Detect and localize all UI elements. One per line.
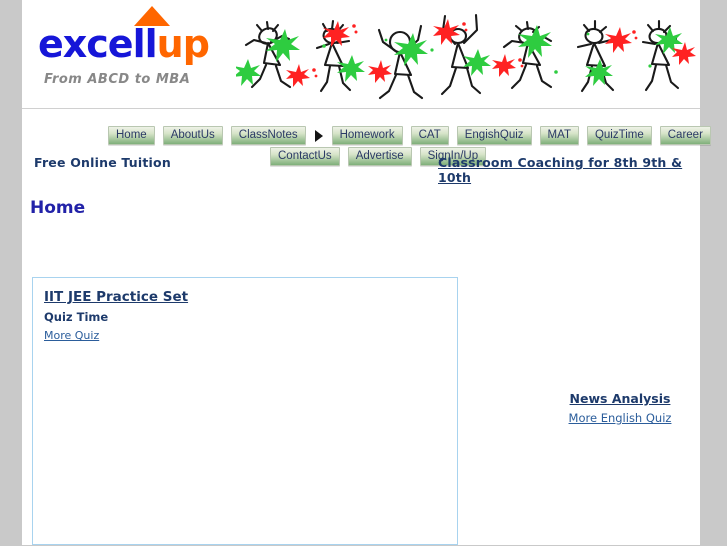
banner-artwork <box>233 6 700 106</box>
site-tagline: Free Online Tuition <box>34 155 171 170</box>
nav-item-cat[interactable]: CAT <box>410 126 449 145</box>
nav-item-aboutus[interactable]: AboutUs <box>162 126 223 145</box>
nav-item-quiztime[interactable]: QuizTime <box>586 126 652 145</box>
nav-item-mat[interactable]: MAT <box>539 126 579 145</box>
logo-text-part-2: ll <box>132 22 158 66</box>
site-header: excellup From ABCD to MBA <box>22 0 700 109</box>
logo-text-part-1: exce <box>38 22 134 66</box>
classroom-coaching-link[interactable]: Classroom Coaching for 8th 9th & 10th <box>438 155 700 185</box>
news-analysis-title-link[interactable]: News Analysis <box>570 391 671 406</box>
nav-item-home[interactable]: Home <box>108 126 155 145</box>
nav-item-career[interactable]: Career <box>659 126 711 145</box>
more-english-quiz-link[interactable]: More English Quiz <box>569 411 672 425</box>
more-quiz-link[interactable]: More Quiz <box>44 329 99 342</box>
nav-item-homework[interactable]: Homework <box>331 126 403 145</box>
dancing-figures-svg <box>233 13 696 100</box>
logo-tagline: From ABCD to MBA <box>44 72 191 87</box>
nav-item-classnotes[interactable]: ClassNotes <box>230 126 306 145</box>
right-triangle-icon <box>314 129 323 142</box>
main-content: IIT JEE Practice Set Quiz Time More Quiz… <box>22 209 700 546</box>
sub-header: Free Online Tuition Classroom Coaching f… <box>22 155 700 218</box>
site-logo[interactable]: excellup From ABCD to MBA <box>38 6 238 87</box>
main-navigation: Home AboutUs ClassNotes Homework CAT EngishQu… <box>22 109 711 166</box>
page-container: excellup From ABCD to MBA Home AboutUs C… <box>22 0 711 546</box>
logo-text-part-3: up <box>156 22 210 66</box>
logo-wordmark: excellup <box>38 6 238 66</box>
up-arrow-icon <box>134 6 170 26</box>
practice-set-title-link[interactable]: IIT JEE Practice Set <box>44 289 188 305</box>
nav-row-primary: Home AboutUs ClassNotes Homework CAT EngishQu… <box>108 126 719 145</box>
practice-set-subtitle: Quiz Time <box>44 310 109 324</box>
practice-set-panel: IIT JEE Practice Set Quiz Time More Quiz <box>32 277 458 545</box>
news-analysis-panel: News Analysis More English Quiz <box>530 390 710 427</box>
nav-item-engishquiz[interactable]: EngishQuiz <box>456 126 532 145</box>
